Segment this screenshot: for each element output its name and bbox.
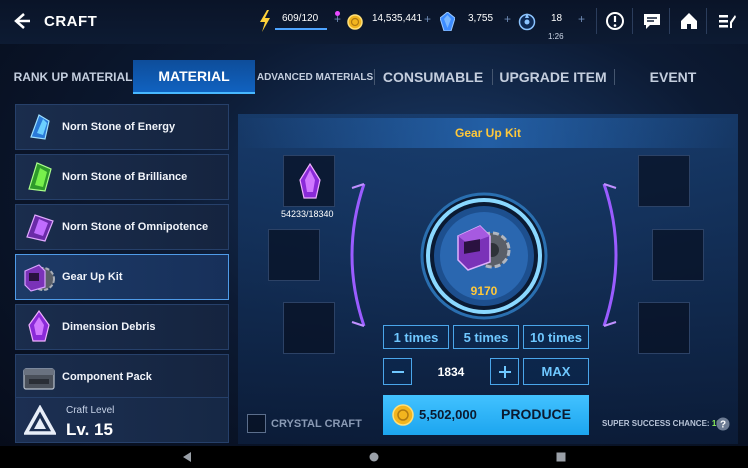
produce-button[interactable]: 5,502,000 PRODUCE — [383, 395, 589, 435]
plus-icon — [498, 365, 511, 378]
home-icon[interactable] — [678, 10, 700, 32]
system-nav-bar — [0, 446, 748, 468]
chat-icon[interactable] — [641, 10, 663, 32]
category-tabs: RANK UP MATERIAL MATERIAL ADVANCED MATER… — [0, 60, 748, 94]
empty-slot — [268, 229, 320, 281]
norn-stone-energy-icon — [30, 114, 50, 140]
required-material-count: 54233/18340 — [281, 209, 334, 219]
crystal-craft-label: CRYSTAL CRAFT — [271, 418, 362, 430]
gear-up-kit-icon — [457, 225, 511, 271]
left-bracket-decoration — [350, 183, 366, 327]
list-item-label: Dimension Debris — [62, 321, 156, 333]
list-item[interactable]: Norn Stone of Energy — [15, 104, 229, 150]
list-item-label: Component Pack — [62, 371, 152, 383]
craft-level-panel: Craft Level Lv. 15 — [15, 397, 229, 443]
list-item-label: Norn Stone of Omnipotence — [62, 221, 209, 233]
required-material-slot[interactable] — [283, 155, 335, 207]
empty-slot — [652, 229, 704, 281]
gold-value: 14,535,441 — [372, 13, 423, 24]
tab-rank-up-material[interactable]: RANK UP MATERIAL — [14, 60, 133, 94]
menu-icon[interactable] — [716, 10, 738, 32]
craft-level-icon — [24, 405, 56, 435]
craft-1-times-button[interactable]: 1 times — [383, 325, 449, 349]
super-success-chance: SUPER SUCCESS CHANCE: 10% — [602, 419, 728, 428]
top-bar: CRAFT 609/120 + 14,535,441 + 3,755 + 18 … — [0, 0, 748, 44]
output-count: 9170 — [470, 284, 498, 298]
divider — [492, 69, 493, 85]
produce-label: PRODUCE — [501, 406, 572, 422]
nav-home-icon[interactable] — [368, 451, 380, 463]
crystal-craft-checkbox[interactable] — [247, 414, 266, 433]
norn-stone-brilliance-icon — [28, 162, 52, 192]
nav-recents-icon[interactable] — [555, 451, 567, 463]
gold-coin-icon — [347, 14, 363, 30]
tab-upgrade-item[interactable]: UPGRADE ITEM — [494, 60, 612, 94]
right-bracket-decoration — [602, 183, 618, 327]
stamina-value: 609/120 — [282, 13, 319, 24]
empty-slot — [283, 302, 335, 354]
crystal-value: 3,755 — [468, 13, 494, 24]
page-title: CRAFT — [44, 13, 98, 30]
list-item-selected[interactable]: Gear Up Kit — [15, 254, 229, 300]
divider — [669, 8, 670, 34]
craft-10-times-button[interactable]: 10 times — [523, 325, 589, 349]
craft-level-value: Lv. 15 — [66, 420, 113, 439]
svg-text:?: ? — [720, 420, 726, 431]
add-gold-button[interactable]: + — [424, 12, 431, 26]
add-crystal-button[interactable]: + — [504, 12, 511, 26]
gold-coin-icon — [392, 404, 414, 426]
increase-quantity-button[interactable] — [490, 358, 519, 385]
back-arrow-icon[interactable] — [10, 10, 32, 32]
super-success-label: SUPER SUCCESS CHANCE: — [602, 419, 710, 428]
craft-level-label: Craft Level — [66, 405, 115, 416]
divider — [632, 8, 633, 34]
list-item-label: Gear Up Kit — [62, 271, 123, 283]
tab-event[interactable]: EVENT — [616, 60, 730, 94]
crystal-icon — [440, 12, 455, 31]
empty-slot — [638, 155, 690, 207]
divider — [706, 8, 707, 34]
energy-token-icon — [518, 13, 536, 31]
dimension-debris-icon — [28, 309, 50, 342]
divider — [374, 69, 375, 85]
craft-item-title: Gear Up Kit — [238, 118, 738, 148]
list-item[interactable]: Norn Stone of Omnipotence — [15, 204, 229, 250]
list-item-label: Norn Stone of Brilliance — [62, 171, 188, 183]
decrease-quantity-button[interactable] — [383, 358, 412, 385]
stamina-bar — [275, 28, 327, 30]
divider — [596, 8, 597, 34]
gear-up-kit-icon — [24, 264, 55, 292]
minus-icon — [391, 370, 404, 373]
nav-back-icon[interactable] — [181, 451, 193, 463]
norn-stone-omnipotence-icon — [26, 214, 54, 242]
alert-icon[interactable] — [604, 10, 626, 32]
max-quantity-button[interactable]: MAX — [523, 358, 589, 385]
tab-material[interactable]: MATERIAL — [133, 60, 255, 94]
quantity-value: 1834 — [437, 364, 465, 379]
tab-advanced-materials[interactable]: ADVANCED MATERIALS — [256, 60, 374, 94]
list-item[interactable]: Dimension Debris — [15, 304, 229, 350]
list-item-label: Norn Stone of Energy — [62, 121, 176, 133]
notification-dot — [335, 11, 340, 16]
lightning-icon — [260, 10, 270, 32]
craft-5-times-button[interactable]: 5 times — [453, 325, 519, 349]
energy-value: 18 — [551, 13, 563, 24]
list-item[interactable]: Component Pack — [15, 354, 229, 400]
tab-consumable[interactable]: CONSUMABLE — [376, 60, 490, 94]
component-pack-icon — [23, 368, 55, 390]
help-icon[interactable]: ? — [716, 417, 730, 431]
divider — [614, 69, 615, 85]
empty-slot — [638, 302, 690, 354]
dimension-debris-icon — [299, 162, 321, 199]
energy-timer: 1:26 — [548, 32, 564, 41]
produce-cost: 5,502,000 — [419, 407, 477, 422]
add-energy-button[interactable]: + — [578, 12, 585, 26]
list-item[interactable]: Norn Stone of Brilliance — [15, 154, 229, 200]
